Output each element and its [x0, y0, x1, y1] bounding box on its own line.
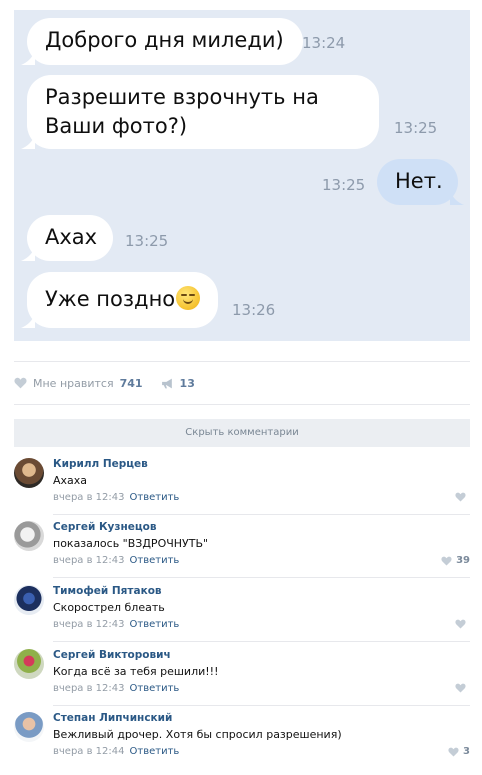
comment-like-button[interactable]	[455, 492, 470, 502]
comment-author[interactable]: Кирилл Перцев	[53, 458, 148, 470]
message-bubble: Нет.	[377, 159, 464, 205]
reply-link[interactable]: Ответить	[130, 619, 180, 630]
chat-screenshot: Доброго дня миледи) 13:24 Разрешите взро…	[14, 10, 470, 341]
comment-meta: вчера в 12:44 Ответить	[53, 746, 179, 757]
avatar[interactable]	[14, 649, 44, 679]
comment-author[interactable]: Сергей Кузнецов	[53, 521, 157, 533]
divider	[53, 514, 470, 515]
divider	[14, 404, 470, 405]
message-text: Axax	[45, 225, 98, 249]
comment-date[interactable]: вчера в 12:44	[53, 746, 125, 757]
hide-comments-button[interactable]: Скрыть комментарии	[14, 419, 470, 447]
avatar[interactable]	[14, 521, 44, 551]
message-text-line: Ваши фото?)	[45, 114, 188, 138]
message-time: 13:24	[302, 34, 346, 52]
avatar[interactable]	[14, 712, 44, 742]
comment-text: Вежливый дрочер. Хотя бы спросил разреше…	[53, 728, 342, 741]
comment-meta: вчера в 12:43 Ответить	[53, 555, 179, 566]
comment-like-button[interactable]	[455, 619, 470, 629]
reply-link[interactable]: Ответить	[130, 746, 180, 757]
reply-link[interactable]: Ответить	[130, 492, 180, 503]
message-bubble: Уже поздно	[21, 272, 218, 328]
heart-icon	[448, 747, 459, 757]
comment-like-button[interactable]: 3	[448, 746, 470, 757]
divider	[53, 641, 470, 642]
comment-author[interactable]: Сергей Викторович	[53, 649, 171, 661]
smirk-emoji-icon	[176, 286, 201, 310]
comment-date[interactable]: вчера в 12:43	[53, 492, 125, 503]
divider	[53, 577, 470, 578]
comment-text: показалось "ВЗДРОЧНУТЬ"	[53, 537, 209, 550]
comment-like-button[interactable]	[455, 683, 470, 693]
avatar[interactable]	[14, 458, 44, 488]
comment-text: Axaxa	[53, 474, 88, 487]
comment-author[interactable]: Степан Липчинский	[53, 712, 172, 724]
comment-meta: вчера в 12:43 Ответить	[53, 619, 179, 630]
comment-like-count: 39	[456, 555, 470, 566]
message-bubble: Axax	[21, 215, 113, 261]
message-text: Доброго дня миледи)	[45, 28, 284, 52]
message-bubble: Разрешите взрочнуть на Ваши фото?)	[21, 75, 379, 149]
heart-icon	[441, 556, 452, 566]
share-count: 13	[179, 376, 195, 390]
heart-icon	[455, 492, 466, 502]
comment-item: Тимофей Пятаков Скорострел блеать вчера …	[14, 585, 470, 649]
comment-item: Степан Липчинский Вежливый дрочер. Хотя …	[14, 712, 470, 775]
reply-link[interactable]: Ответить	[130, 683, 180, 694]
comment-text: Когда всё за тебя решили!!!	[53, 665, 219, 678]
megaphone-icon[interactable]	[161, 378, 174, 389]
comment-author[interactable]: Тимофей Пятаков	[53, 585, 162, 597]
message-time: 13:26	[232, 301, 276, 319]
heart-icon	[455, 683, 466, 693]
comment-date[interactable]: вчера в 12:43	[53, 555, 125, 566]
avatar[interactable]	[14, 585, 44, 615]
comment-date[interactable]: вчера в 12:43	[53, 683, 125, 694]
divider	[14, 361, 470, 362]
post-actions: Мне нравится 741 13	[14, 373, 195, 393]
heart-icon[interactable]	[14, 377, 27, 389]
comment-date[interactable]: вчера в 12:43	[53, 619, 125, 630]
comment-text: Скорострел блеать	[53, 601, 165, 614]
comment-item: Сергей Викторович Когда всё за тебя реши…	[14, 649, 470, 713]
message-time: 13:25	[125, 232, 169, 250]
comment-like-count: 3	[463, 746, 470, 757]
message-text-line: Разрешите взрочнуть на	[45, 85, 319, 109]
comment-like-button[interactable]: 39	[441, 555, 470, 566]
message-time: 13:25	[394, 119, 438, 137]
message-text: Нет.	[395, 169, 443, 193]
comment-meta: вчера в 12:43 Ответить	[53, 683, 179, 694]
like-button-label[interactable]: Мне нравится	[33, 377, 114, 390]
like-count: 741	[119, 376, 143, 390]
comment-meta: вчера в 12:43 Ответить	[53, 492, 179, 503]
comment-item: Кирилл Перцев Axaxa вчера в 12:43 Ответит…	[14, 458, 470, 522]
message-text: Уже поздно	[45, 287, 176, 311]
comment-item: Сергей Кузнецов показалось "ВЗДРОЧНУТЬ" …	[14, 521, 470, 585]
message-time: 13:25	[322, 176, 366, 194]
reply-link[interactable]: Ответить	[130, 555, 180, 566]
divider	[53, 705, 470, 706]
message-bubble: Доброго дня миледи)	[21, 18, 303, 65]
heart-icon	[455, 619, 466, 629]
